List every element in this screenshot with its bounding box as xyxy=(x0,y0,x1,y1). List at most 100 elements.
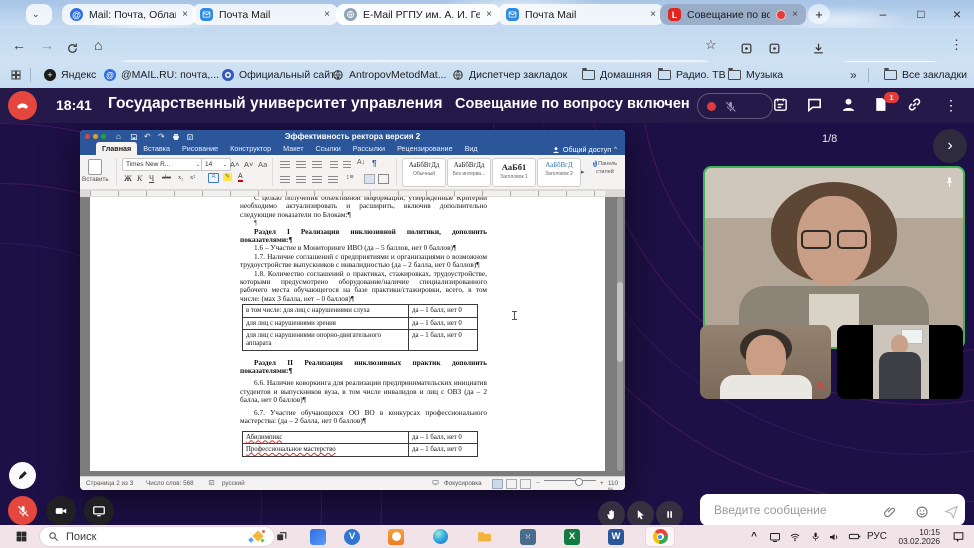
focus-mode-button[interactable]: Фокусировка xyxy=(444,480,482,487)
notifications-tray-icon[interactable] xyxy=(948,525,968,548)
tab-view[interactable]: Вид xyxy=(459,142,484,155)
forward-button[interactable]: → xyxy=(40,36,54,54)
volume-tray-icon[interactable] xyxy=(825,525,843,548)
camera-toggle-button[interactable] xyxy=(46,496,76,525)
pin-icon[interactable] xyxy=(943,174,956,192)
word-count[interactable]: Число слов: 568 xyxy=(146,480,194,487)
collapse-ribbon-icon[interactable]: ^ xyxy=(614,147,617,153)
zoom-in-button[interactable]: + xyxy=(600,480,604,487)
whiteboard-button[interactable] xyxy=(772,96,789,114)
shading-button[interactable] xyxy=(364,174,375,184)
zoom-slider-handle[interactable] xyxy=(575,478,583,486)
taskbar-app-excel[interactable]: X xyxy=(558,527,586,546)
zoom-out-button[interactable]: − xyxy=(536,480,540,487)
align-left-button[interactable] xyxy=(280,176,290,184)
browser-tab-2[interactable]: Почта Mail × xyxy=(192,4,338,25)
start-button[interactable] xyxy=(10,525,32,548)
send-button[interactable] xyxy=(944,503,959,521)
task-view-button[interactable] xyxy=(270,525,292,548)
participants-button[interactable] xyxy=(840,96,857,114)
tab-close-icon[interactable]: × xyxy=(650,9,656,20)
font-name-select[interactable]: Times New R...⌄ xyxy=(122,158,204,171)
tab-close-icon[interactable]: × xyxy=(324,9,330,20)
taskbar-search[interactable]: Поиск xyxy=(40,527,274,546)
paste-icon[interactable] xyxy=(88,159,102,175)
annotate-tool-button[interactable] xyxy=(9,462,36,489)
taskbar-app-media-player[interactable] xyxy=(382,527,410,546)
style-normal[interactable]: АаБбВгДд Обычный xyxy=(402,158,446,187)
tab-layout[interactable]: Макет xyxy=(277,142,309,155)
tab-search-button[interactable]: ⌄ xyxy=(26,4,52,25)
styles-pane-button[interactable]: ¶ Панель стилей xyxy=(588,158,622,175)
bookmark-manager[interactable]: Диспетчер закладок xyxy=(452,67,567,83)
microphone-tray-icon[interactable] xyxy=(806,525,824,548)
next-participants-button[interactable]: › xyxy=(933,129,967,163)
document-scrollbar-thumb[interactable] xyxy=(617,282,623,362)
numbered-list-button[interactable] xyxy=(296,161,306,169)
underline-button[interactable]: Ч xyxy=(149,174,154,183)
window-maximize-button[interactable]: □ xyxy=(904,0,938,28)
all-bookmarks-button[interactable]: Все закладки xyxy=(884,67,967,83)
language-indicator[interactable]: РУС xyxy=(864,525,890,548)
proofing-icon[interactable] xyxy=(208,479,215,486)
downloads-button[interactable] xyxy=(812,38,825,56)
participant-video-2[interactable] xyxy=(700,325,831,399)
participant-video-speaker[interactable] xyxy=(703,166,965,349)
browser-tab-4[interactable]: Почта Mail × xyxy=(498,4,664,25)
extension-icon[interactable] xyxy=(740,38,753,56)
tray-expand-button[interactable]: ^ xyxy=(746,525,762,548)
borders-button[interactable] xyxy=(378,174,389,184)
taskbar-app-edge[interactable] xyxy=(426,527,454,546)
tab-close-icon[interactable]: × xyxy=(486,9,492,20)
sort-button[interactable]: А↓ xyxy=(357,159,365,166)
shrink-font-button[interactable]: A˅ xyxy=(244,160,253,169)
justify-button[interactable] xyxy=(328,176,338,184)
apps-grid-button[interactable] xyxy=(10,67,22,83)
show-marks-button[interactable]: ¶ xyxy=(372,159,376,168)
ruler[interactable] xyxy=(80,189,625,197)
view-print-layout-button[interactable] xyxy=(492,479,503,489)
align-right-button[interactable] xyxy=(312,176,322,184)
taskbar-app-mail[interactable] xyxy=(304,527,332,546)
italic-button[interactable]: К xyxy=(137,174,142,183)
view-web-layout-button[interactable] xyxy=(506,479,517,489)
participant-video-3[interactable] xyxy=(837,325,963,399)
tab-mailings[interactable]: Рассылки xyxy=(347,142,391,155)
taskbar-app-calculator[interactable]: ⁙ xyxy=(514,527,542,546)
bookmark-mailru[interactable]: @ @MAIL.RU: почта,... xyxy=(104,67,219,83)
zoom-level[interactable]: 110 % xyxy=(608,480,625,490)
new-tab-button[interactable]: + xyxy=(808,4,830,24)
taskbar-app-chrome-active[interactable] xyxy=(646,527,674,546)
tab-close-icon[interactable]: × xyxy=(182,9,188,20)
tab-close-icon[interactable]: × xyxy=(792,9,798,20)
emoji-button[interactable] xyxy=(915,503,929,521)
change-case-button[interactable]: Аа xyxy=(258,160,267,169)
hangup-button[interactable] xyxy=(8,91,37,120)
link-button[interactable] xyxy=(906,96,923,114)
reload-button[interactable] xyxy=(66,38,79,56)
pointer-tool-button[interactable] xyxy=(627,501,654,525)
bookmark-folder-home[interactable]: Домашняя xyxy=(582,67,652,83)
extensions-puzzle-icon[interactable] xyxy=(768,38,781,56)
bookmark-yandex[interactable]: + Яндекс xyxy=(44,67,96,83)
superscript-button[interactable]: x² xyxy=(190,174,195,181)
tab-design[interactable]: Конструктор xyxy=(224,142,277,155)
chat-message-input[interactable]: Введите сообщение xyxy=(700,494,965,525)
microphone-toggle-button[interactable] xyxy=(8,496,37,525)
bookmark-star-button[interactable]: ☆ xyxy=(705,36,717,54)
tab-home[interactable]: Главная xyxy=(96,142,137,155)
paste-button[interactable]: Вставить xyxy=(82,176,109,183)
bold-button[interactable]: Ж xyxy=(124,174,132,183)
align-center-button[interactable] xyxy=(296,176,306,184)
wifi-tray-icon[interactable] xyxy=(786,525,804,548)
taskbar-app-word[interactable]: W xyxy=(602,527,630,546)
style-heading1[interactable]: АаБб1 Заголовок 1 xyxy=(492,158,536,187)
page-indicator[interactable]: Страница 2 из 3 xyxy=(86,480,133,487)
recording-pill[interactable] xyxy=(697,93,773,119)
pause-button[interactable] xyxy=(656,501,683,525)
text-effects-button[interactable]: А xyxy=(208,173,219,183)
zoom-slider[interactable] xyxy=(544,480,596,481)
browser-tab-5-active[interactable]: L Совещание по вопр × xyxy=(660,4,806,25)
document-page[interactable]: С целью получения объективной информации… xyxy=(90,197,605,471)
subscript-button[interactable]: x₂ xyxy=(178,174,184,181)
